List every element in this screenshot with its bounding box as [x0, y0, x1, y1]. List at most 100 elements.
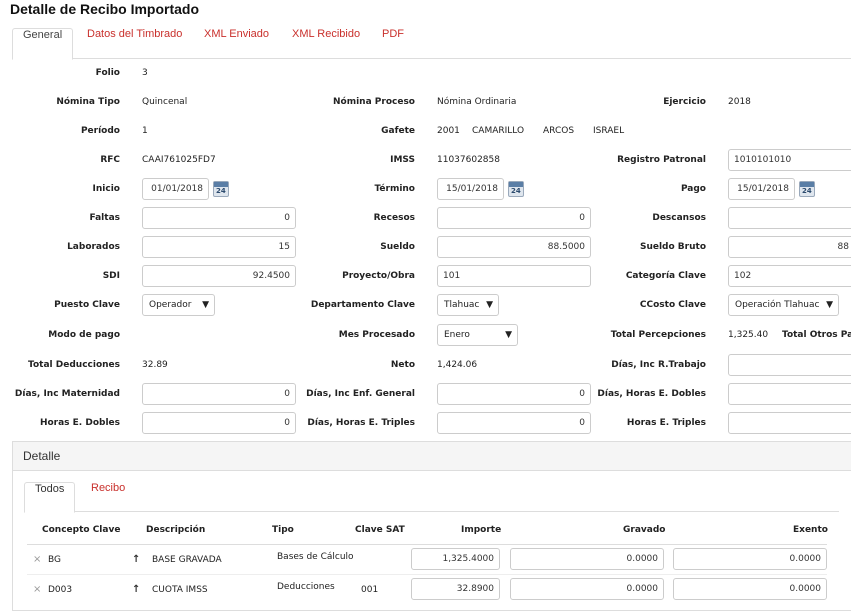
horas-e-triples-field[interactable] — [728, 412, 851, 434]
mes-procesado-select[interactable]: Enero ▼ — [437, 324, 518, 346]
subtab-todos[interactable]: Todos — [24, 482, 76, 513]
arrow-up-icon: ↑ — [132, 554, 141, 565]
dias-inc-r-trabajo-label: Días, Inc R.Trabajo — [611, 360, 706, 370]
ccosto-clave-selected: Operación Tlahuac — [735, 300, 820, 310]
dropdown-arrow-icon: ▼ — [486, 300, 493, 310]
row-2-tipo: Deducciones — [277, 582, 335, 592]
total-percepciones-value: 1,325.40 — [728, 330, 769, 340]
laborados-label: Laborados — [67, 242, 120, 252]
nomina-tipo-value: Quincenal — [142, 97, 188, 107]
row-2-descripcion: CUOTA IMSS — [152, 585, 208, 595]
table-header-divider — [27, 544, 827, 545]
termino-label: Término — [374, 184, 415, 194]
horas-e-triples-label: Horas E. Triples — [626, 418, 706, 428]
ccosto-clave-label: CCosto Clave — [639, 300, 706, 310]
tab-xml-enviado[interactable]: XML Enviado — [194, 28, 279, 59]
horas-e-dobles-label: Horas E. Dobles — [39, 418, 120, 428]
row-1-exento-field[interactable]: 0.0000 — [673, 548, 827, 570]
proyecto-obra-field[interactable]: 101 — [437, 265, 591, 287]
gafete-apellido-materno: ARCOS — [543, 126, 575, 136]
gafete-nombre: ISRAEL — [593, 126, 625, 136]
dias-inc-maternidad-label: Días, Inc Maternidad — [14, 389, 120, 399]
inicio-date-field[interactable]: 01/01/2018 — [142, 178, 209, 200]
nomina-proceso-label: Nómina Proceso — [333, 97, 415, 107]
ejercicio-label: Ejercicio — [663, 97, 706, 107]
nomina-tipo-label: Nómina Tipo — [56, 97, 120, 107]
sdi-label: SDI — [102, 271, 120, 281]
sueldo-bruto-label: Sueldo Bruto — [639, 242, 706, 252]
total-otros-pagos-label: Total Otros Pag — [782, 330, 851, 340]
dropdown-arrow-icon: ▼ — [826, 300, 833, 310]
subtab-recibo[interactable]: Recibo — [81, 482, 135, 512]
column-header-descripcion: Descripción — [146, 525, 206, 535]
periodo-value: 1 — [142, 126, 148, 136]
categoria-clave-label: Categoría Clave — [625, 271, 706, 281]
dias-horas-e-dobles-field[interactable] — [728, 383, 851, 405]
imss-label: IMSS — [390, 155, 415, 165]
dias-inc-r-trabajo-field[interactable] — [728, 354, 851, 376]
tab-pdf[interactable]: PDF — [372, 28, 414, 59]
row-1-gravado-field[interactable]: 0.0000 — [510, 548, 664, 570]
puesto-clave-selected: Operador — [149, 300, 192, 310]
calendar-icon[interactable]: 24 — [508, 181, 524, 197]
rfc-value: CAAI761025FD7 — [142, 155, 216, 165]
total-percepciones-label: Total Percepciones — [610, 330, 706, 340]
nomina-proceso-value: Nómina Ordinaria — [437, 97, 517, 107]
remove-row-icon[interactable]: × — [33, 554, 41, 565]
departamento-clave-select[interactable]: Tlahuac ▼ — [437, 294, 499, 316]
sueldo-field[interactable]: 88.5000 — [437, 236, 591, 258]
row-2-gravado-field[interactable]: 0.0000 — [510, 578, 664, 600]
neto-label: Neto — [390, 360, 415, 370]
remove-row-icon[interactable]: × — [33, 584, 41, 595]
tab-datos-timbrado[interactable]: Datos del Timbrado — [77, 28, 192, 59]
ejercicio-value: 2018 — [728, 97, 751, 107]
ccosto-clave-select[interactable]: Operación Tlahuac ▼ — [728, 294, 839, 316]
modo-pago-label: Modo de pago — [48, 330, 120, 340]
folio-value: 3 — [142, 68, 148, 78]
recesos-field[interactable]: 0 — [437, 207, 591, 229]
table-row-divider — [27, 574, 827, 575]
puesto-clave-select[interactable]: Operador ▼ — [142, 294, 215, 316]
pago-date-field[interactable]: 15/01/2018 — [728, 178, 795, 200]
row-2-exento-field[interactable]: 0.0000 — [673, 578, 827, 600]
dropdown-arrow-icon: ▼ — [202, 300, 209, 310]
total-deducciones-value: 32.89 — [142, 360, 168, 370]
page-title: Detalle de Recibo Importado — [10, 1, 200, 17]
dias-inc-maternidad-field[interactable]: 0 — [142, 383, 296, 405]
calendar-icon[interactable]: 24 — [213, 181, 229, 197]
row-1-importe-field[interactable]: 1,325.4000 — [411, 548, 500, 570]
main-tabs: General Datos del Timbrado XML Enviado X… — [12, 28, 851, 60]
faltas-field[interactable]: 0 — [142, 207, 296, 229]
column-header-concepto-clave: Concepto Clave — [42, 525, 121, 535]
sueldo-label: Sueldo — [380, 242, 415, 252]
sueldo-bruto-field[interactable]: 88 — [728, 236, 851, 258]
detalle-panel-title: Detalle — [13, 442, 851, 471]
termino-date-field[interactable]: 15/01/2018 — [437, 178, 504, 200]
periodo-label: Período — [80, 126, 120, 136]
calendar-icon[interactable]: 24 — [799, 181, 815, 197]
mes-procesado-label: Mes Procesado — [338, 330, 415, 340]
tab-general[interactable]: General — [12, 28, 74, 60]
neto-value: 1,424.06 — [437, 360, 478, 370]
horas-e-dobles-field[interactable]: 0 — [142, 412, 296, 434]
dropdown-arrow-icon: ▼ — [505, 330, 512, 340]
recesos-label: Recesos — [373, 213, 415, 223]
rfc-label: RFC — [100, 155, 120, 165]
row-2-importe-field[interactable]: 32.8900 — [411, 578, 500, 600]
dias-horas-e-triples-field[interactable]: 0 — [437, 412, 591, 434]
folio-label: Folio — [95, 68, 120, 78]
registro-patronal-label: Registro Patronal — [617, 155, 706, 165]
descansos-field[interactable] — [728, 207, 851, 229]
inicio-label: Inicio — [92, 184, 120, 194]
dias-inc-enf-general-field[interactable]: 0 — [437, 383, 591, 405]
sdi-field[interactable]: 92.4500 — [142, 265, 296, 287]
tab-xml-recibido[interactable]: XML Recibido — [282, 28, 370, 59]
arrow-up-icon: ↑ — [132, 584, 141, 595]
laborados-field[interactable]: 15 — [142, 236, 296, 258]
dias-horas-e-triples-label: Días, Horas E. Triples — [307, 418, 415, 428]
departamento-clave-selected: Tlahuac — [444, 300, 480, 310]
registro-patronal-field[interactable]: 1010101010 — [728, 149, 851, 171]
categoria-clave-field[interactable]: 102 — [728, 265, 851, 287]
detalle-subtabs: Todos Recibo — [24, 482, 839, 513]
row-1-concepto-clave: BG — [48, 555, 61, 565]
